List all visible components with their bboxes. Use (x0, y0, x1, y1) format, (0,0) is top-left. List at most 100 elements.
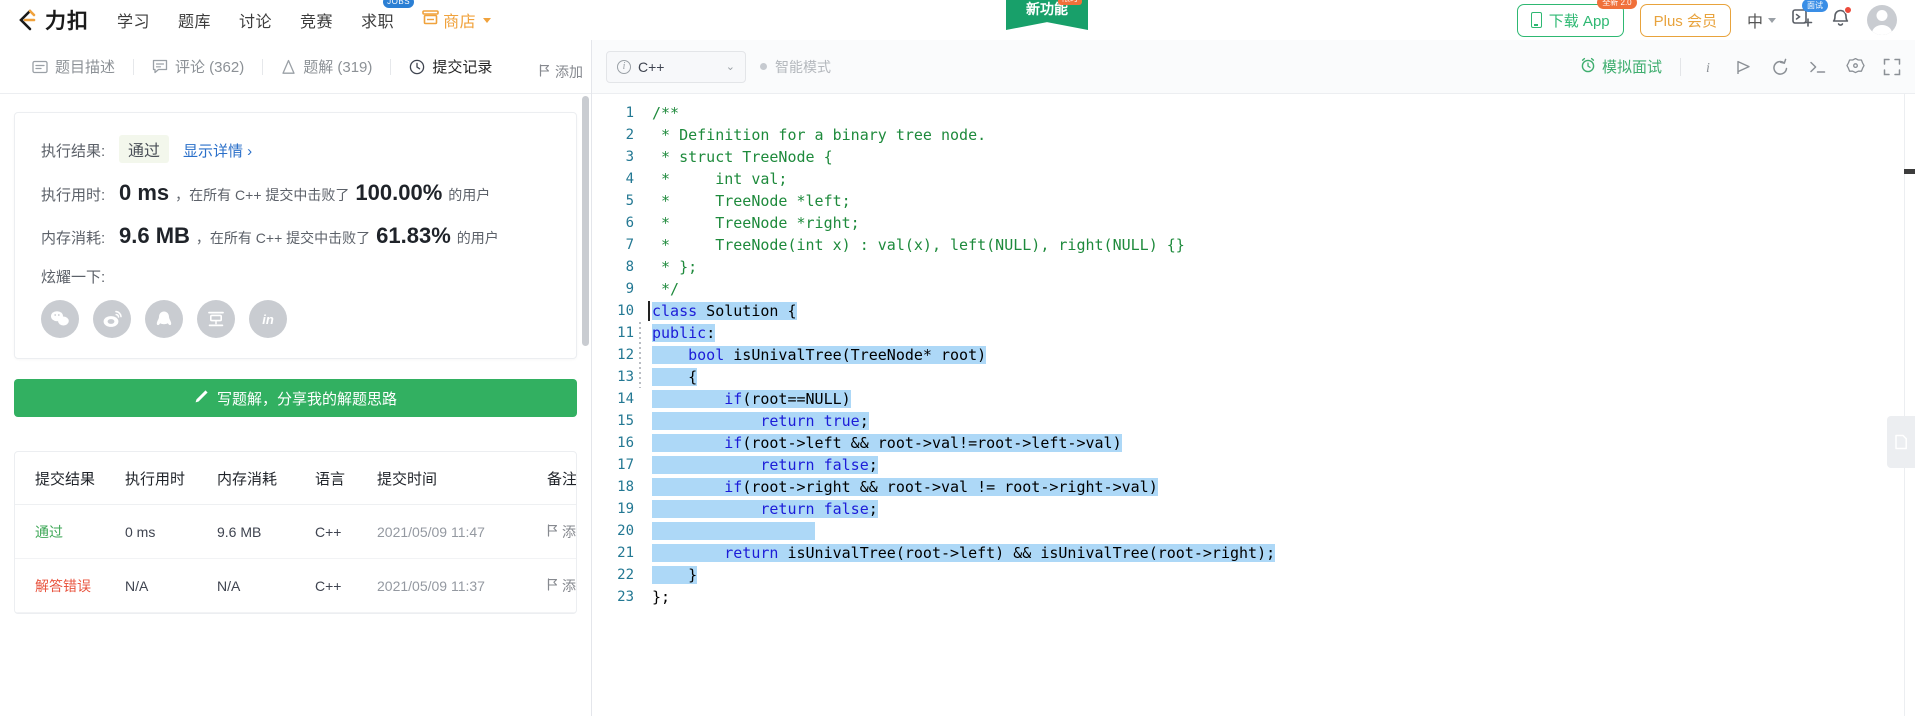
tab-comments[interactable]: 评论 (362) (134, 40, 262, 93)
code-text[interactable]: return false; (648, 498, 878, 520)
info-icon: i (617, 59, 631, 74)
download-app-label: 下载 App (1548, 12, 1610, 30)
code-line: 9 */ (592, 278, 1915, 300)
code-text[interactable]: return false; (648, 454, 878, 476)
runtime-value: 0 ms (119, 180, 170, 205)
notifications-button[interactable] (1830, 6, 1852, 33)
mock-interview-button[interactable]: 模拟面试 (1580, 56, 1662, 77)
solution-flask-icon (281, 59, 296, 75)
flag-icon[interactable] (1735, 58, 1753, 76)
leetcode-logo[interactable]: 力扣 (14, 5, 89, 35)
cell-status[interactable]: 解答错误 (15, 558, 125, 613)
language-label: 中 (1746, 14, 1763, 31)
plus-member-button[interactable]: Plus 会员 (1639, 3, 1731, 37)
fold-indicator[interactable] (639, 322, 641, 388)
result-label: 执行结果: (41, 143, 106, 160)
console-icon[interactable] (1808, 58, 1828, 76)
cell-language: C++ (315, 558, 377, 613)
code-line: 3 * struct TreeNode { (592, 146, 1915, 168)
language-switcher[interactable]: 中 (1747, 8, 1776, 32)
code-text[interactable]: return isUnivalTree(root->left) && isUni… (648, 542, 1276, 564)
code-text[interactable]: /** (648, 102, 679, 124)
chevron-down-icon: ⌄ (725, 61, 735, 73)
code-text[interactable] (648, 520, 815, 542)
smart-mode-toggle[interactable]: 智能模式 (760, 57, 831, 77)
cell-memory: N/A (217, 558, 315, 613)
svg-text:i: i (1706, 61, 1710, 76)
new-feature-tag: 限时 (1058, 0, 1082, 5)
info-icon[interactable]: i (1699, 58, 1717, 76)
code-editor-content[interactable]: 1/** 2 * Definition for a binary tree nod… (592, 94, 1915, 716)
code-text[interactable]: return true; (648, 410, 869, 432)
language-select[interactable]: i C++ ⌄ (606, 50, 746, 83)
weibo-icon[interactable] (93, 300, 131, 338)
code-text[interactable]: * TreeNode *right; (648, 212, 860, 234)
reset-icon[interactable] (1771, 58, 1790, 76)
code-text[interactable]: * }; (648, 256, 697, 278)
code-text[interactable]: if(root->right && root->val != root->rig… (648, 476, 1158, 498)
result-status-row: 执行结果: 通过 显示详情 › (41, 135, 550, 163)
notes-side-tab[interactable] (1887, 416, 1915, 468)
alarm-clock-icon (1580, 57, 1596, 77)
line-number: 1 (625, 105, 634, 121)
table-header-row: 提交结果 执行用时 内存消耗 语言 提交时间 备注 (15, 452, 576, 505)
code-text[interactable]: bool isUnivalTree(TreeNode* root) (648, 344, 987, 366)
settings-icon[interactable] (1846, 57, 1865, 76)
line-number: 9 (625, 281, 634, 297)
nav-store[interactable]: 商店 (422, 8, 492, 32)
code-text[interactable]: } (648, 564, 698, 586)
code-text[interactable]: if(root==NULL) (648, 388, 851, 410)
code-text[interactable]: * struct TreeNode { (648, 146, 833, 168)
nav-discuss[interactable]: 讨论 (239, 8, 272, 32)
smart-mode-label: 智能模式 (775, 58, 831, 75)
flag-icon (547, 524, 558, 540)
code-text[interactable]: if(root->left && root->val!=root->left->… (648, 432, 1122, 454)
cell-note[interactable]: 添 (547, 558, 576, 613)
table-row[interactable]: 通过 0 ms 9.6 MB C++ 2021/05/09 11:47 添 (15, 504, 576, 559)
code-line: 23}; (592, 586, 1915, 608)
qq-icon[interactable] (145, 300, 183, 338)
cell-status[interactable]: 通过 (15, 504, 125, 559)
nav-contest[interactable]: 竞赛 (300, 8, 333, 32)
code-text[interactable]: */ (648, 278, 679, 300)
phone-icon (1530, 12, 1542, 28)
wechat-icon[interactable] (41, 300, 79, 338)
code-line: 1 /** (592, 102, 1915, 124)
tab-solutions[interactable]: 题解 (319) (263, 40, 390, 93)
nav-study[interactable]: 学习 (117, 8, 150, 32)
history-clock-icon (409, 59, 425, 75)
add-note-button[interactable]: 添加 (539, 62, 583, 82)
cell-note[interactable]: 添 (547, 504, 576, 559)
code-line: 10 class Solution { (592, 300, 1915, 322)
code-text[interactable]: * Definition for a binary tree node. (648, 124, 986, 146)
user-avatar[interactable] (1867, 5, 1897, 35)
left-panel-scrollbar[interactable] (582, 96, 589, 346)
show-details-link[interactable]: 显示详情 › (183, 140, 252, 161)
tab-submissions[interactable]: 提交记录 (391, 40, 510, 93)
code-text[interactable]: { (648, 366, 698, 388)
console-playground-button[interactable]: 面试 (1792, 0, 1828, 33)
write-solution-button[interactable]: 写题解，分享我的解题思路 (14, 379, 577, 417)
fullscreen-icon[interactable] (1883, 58, 1901, 76)
description-icon (32, 60, 48, 74)
code-text[interactable]: }; (648, 586, 670, 608)
code-text[interactable]: class Solution { (648, 300, 797, 322)
editor-toolbar-right: 模拟面试 i (1580, 56, 1901, 77)
code-line: 11 public: (592, 322, 1915, 344)
flag-icon (539, 64, 550, 80)
code-text[interactable]: * int val; (648, 168, 787, 190)
editor-toolbar: i C++ ⌄ 智能模式 模拟面试 i (592, 40, 1915, 94)
nav-problems[interactable]: 题库 (178, 8, 211, 32)
code-text[interactable]: public: (648, 322, 716, 344)
douban-icon[interactable] (197, 300, 235, 338)
download-app-button[interactable]: 下载 App 全新 2.0 (1516, 0, 1637, 37)
line-number: 5 (625, 193, 634, 209)
tab-description[interactable]: 题目描述 (14, 40, 133, 93)
code-text[interactable]: * TreeNode *left; (648, 190, 851, 212)
nav-jobs[interactable]: 求职 JOBS (361, 0, 415, 32)
code-text[interactable]: * TreeNode(int x) : val(x), left(NULL), … (648, 234, 1185, 256)
linkedin-icon[interactable]: in (249, 300, 287, 338)
editor-scrollbar-thumb[interactable] (1904, 169, 1915, 174)
editor-scrollbar-track[interactable] (1904, 94, 1915, 716)
table-row[interactable]: 解答错误 N/A N/A C++ 2021/05/09 11:37 添 (15, 558, 576, 613)
